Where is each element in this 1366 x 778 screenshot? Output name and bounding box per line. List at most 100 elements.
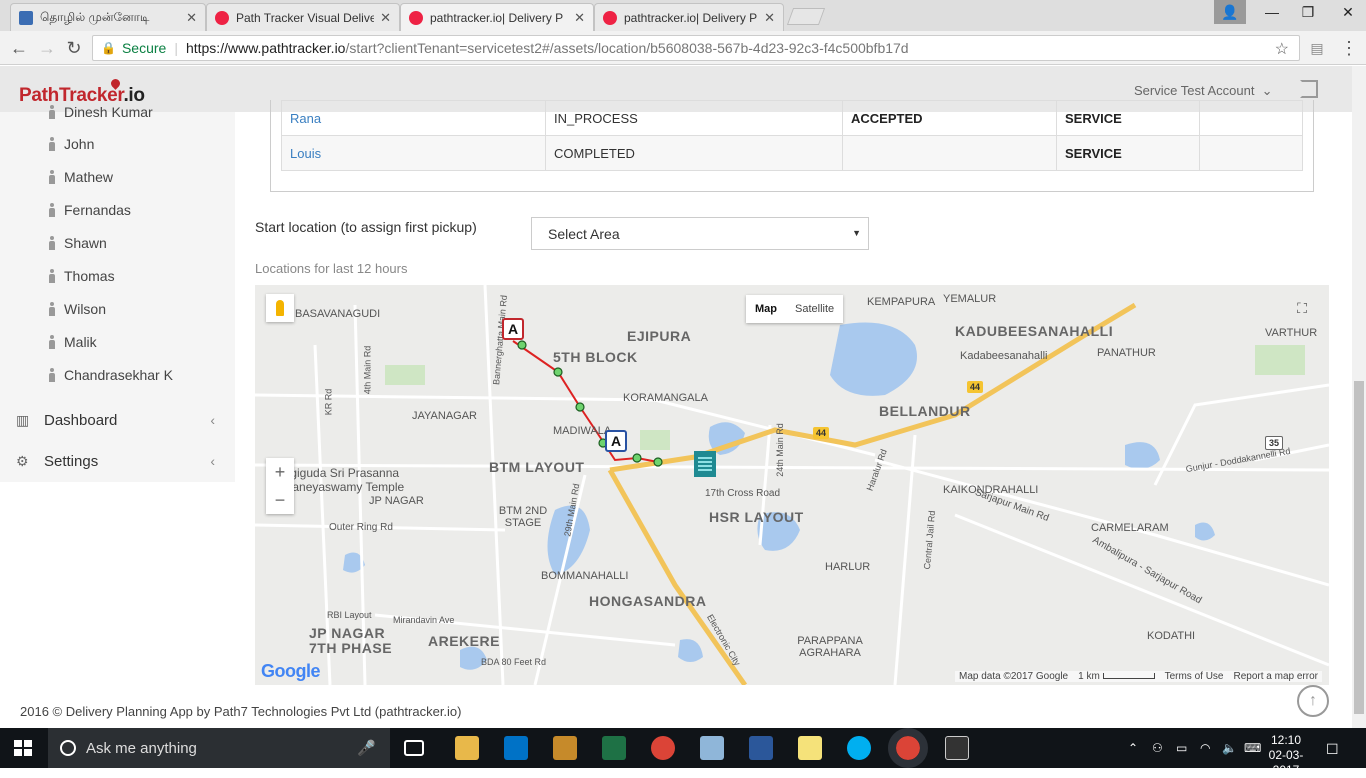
minimize-button[interactable]: — xyxy=(1252,0,1292,24)
road xyxy=(893,434,917,685)
maximize-button[interactable]: ❐ xyxy=(1288,0,1328,24)
park-area xyxy=(640,430,670,450)
map-place-label: HONGASANDRA xyxy=(589,593,707,609)
url-field[interactable]: 🔒 Secure | https://www.pathtracker.io /s… xyxy=(92,35,1300,61)
route-point[interactable] xyxy=(653,457,663,467)
street-view-icon[interactable] xyxy=(266,294,294,322)
assignee-link[interactable]: Louis xyxy=(290,146,321,161)
back-icon[interactable]: ← xyxy=(8,37,30,59)
forward-icon[interactable]: → xyxy=(36,37,58,59)
task-view-icon[interactable] xyxy=(404,740,424,756)
person-icon xyxy=(48,335,56,349)
scale-bar xyxy=(1102,673,1155,680)
sidebar-item-label: Dashboard xyxy=(44,411,118,429)
chrome-active-icon[interactable] xyxy=(888,728,928,768)
person-icon xyxy=(48,170,56,184)
logout-icon[interactable] xyxy=(1300,80,1318,98)
account-dropdown[interactable]: Service Test Account ⌄ xyxy=(1134,83,1273,99)
highway-shield: 35 xyxy=(1265,436,1284,450)
sidebar-item-dashboard[interactable]: ▥ Dashboard ‹ xyxy=(0,403,235,437)
assignee-link[interactable]: Rana xyxy=(290,111,321,126)
zoom-out-button[interactable]: − xyxy=(266,486,294,514)
account-name: Service Test Account xyxy=(1134,83,1255,98)
map-type-satellite-button[interactable]: Satellite xyxy=(786,295,843,323)
sticky-notes-icon[interactable] xyxy=(798,736,822,760)
route-point[interactable] xyxy=(575,402,585,412)
sidebar-user-item[interactable]: Shawn xyxy=(48,233,107,253)
word-icon[interactable] xyxy=(749,736,773,760)
close-icon[interactable]: ✕ xyxy=(574,10,585,26)
sublime-icon[interactable] xyxy=(553,736,577,760)
network-share-icon[interactable]: ⚇ xyxy=(1152,741,1163,755)
skype-icon[interactable] xyxy=(847,736,871,760)
excel-icon[interactable] xyxy=(602,736,626,760)
fullscreen-icon[interactable]: ⛶ xyxy=(1291,297,1313,319)
zoom-in-button[interactable]: + xyxy=(266,458,294,486)
wifi-icon[interactable]: ◠ xyxy=(1200,741,1210,755)
sidebar-user-item[interactable]: Fernandas xyxy=(48,200,131,220)
current-location-marker[interactable]: A xyxy=(605,430,627,452)
map-view[interactable]: BASAVANAGUDI EJIPURA 5TH BLOCK KORAMANGA… xyxy=(255,285,1329,685)
gear-icon: ⚙ xyxy=(16,452,29,469)
office-building-icon[interactable] xyxy=(694,451,716,477)
scrollbar-thumb[interactable] xyxy=(1354,381,1364,714)
route-point[interactable] xyxy=(553,367,563,377)
map-type-map-button[interactable]: Map xyxy=(746,295,786,323)
close-icon[interactable]: ✕ xyxy=(380,10,391,26)
taskbar-clock[interactable]: 12:10 02-03-2017 xyxy=(1262,733,1310,778)
table-cell: IN_PROCESS xyxy=(545,100,843,136)
table-cell xyxy=(842,135,1057,171)
browser-tab-4[interactable]: pathtracker.io| Delivery P ✕ xyxy=(594,3,784,31)
sidebar-user-item[interactable]: Wilson xyxy=(48,299,106,319)
sidebar-user-item[interactable]: Malik xyxy=(48,332,97,352)
window-close-button[interactable]: ✕ xyxy=(1328,0,1366,24)
route-point[interactable] xyxy=(517,340,527,350)
star-icon[interactable]: ☆ xyxy=(1275,39,1289,59)
start-marker[interactable]: A xyxy=(502,318,524,340)
sidebar-user-item[interactable]: Mathew xyxy=(48,167,113,187)
zoom-control: + − xyxy=(266,458,294,514)
user-name: Fernandas xyxy=(64,202,131,218)
language-icon[interactable]: ⌨ xyxy=(1244,741,1261,755)
user-name: Dinesh Kumar xyxy=(64,104,153,120)
windows-start-icon[interactable] xyxy=(14,740,32,756)
sidebar-user-item[interactable]: Chandrasekhar K xyxy=(48,365,173,385)
pdf-extension-icon[interactable]: ▤ xyxy=(1306,37,1328,59)
close-icon[interactable]: ✕ xyxy=(186,10,197,26)
user-name: Mathew xyxy=(64,169,114,185)
file-explorer-icon[interactable] xyxy=(455,736,479,760)
sidebar-user-item[interactable]: John xyxy=(48,134,94,154)
outlook-icon[interactable] xyxy=(504,736,528,760)
volume-icon[interactable]: 🔈 xyxy=(1222,741,1237,755)
map-place-label: BELLANDUR xyxy=(879,403,971,419)
tab-title: pathtracker.io| Delivery P xyxy=(624,10,758,25)
battery-icon[interactable]: ▭ xyxy=(1176,741,1187,755)
close-icon[interactable]: ✕ xyxy=(764,10,775,26)
photos-icon[interactable] xyxy=(945,736,969,760)
chevron-left-icon: ‹ xyxy=(210,453,215,469)
reload-icon[interactable]: ↻ xyxy=(63,37,85,59)
menu-icon[interactable]: ⋮ xyxy=(1338,37,1360,59)
new-tab-button[interactable] xyxy=(786,8,826,25)
browser-tab-2[interactable]: Path Tracker Visual Delive ✕ xyxy=(206,3,400,31)
terms-link[interactable]: Terms of Use xyxy=(1165,671,1224,682)
taskbar-search[interactable]: Ask me anything 🎤 xyxy=(48,728,390,768)
area-select[interactable]: Select Area ▼ xyxy=(531,217,869,250)
tab-title: Path Tracker Visual Delive xyxy=(236,10,375,25)
report-map-error-link[interactable]: Report a map error xyxy=(1233,671,1317,682)
browser-tab-3[interactable]: pathtracker.io| Delivery P ✕ xyxy=(400,3,594,31)
microphone-icon[interactable]: 🎤 xyxy=(357,739,376,757)
show-hidden-icons[interactable]: ⌃ xyxy=(1128,741,1138,755)
notification-icon[interactable]: ☐ xyxy=(1326,741,1339,758)
sidebar-user-item[interactable]: Dinesh Kumar xyxy=(48,102,153,122)
browser-tab-1[interactable]: தொழில் முன்னோடி ✕ xyxy=(10,3,206,31)
page-scrollbar[interactable] xyxy=(1352,66,1366,728)
sidebar-item-settings[interactable]: ⚙ Settings ‹ xyxy=(0,444,235,478)
scroll-to-top-button[interactable]: ↑ xyxy=(1297,685,1329,717)
lake-shape xyxy=(678,639,703,662)
sidebar-user-item[interactable]: Thomas xyxy=(48,266,115,286)
route-point[interactable] xyxy=(632,453,642,463)
profile-icon[interactable]: 👤 xyxy=(1214,0,1246,24)
chrome-icon[interactable] xyxy=(651,736,675,760)
app-icon[interactable] xyxy=(700,736,724,760)
